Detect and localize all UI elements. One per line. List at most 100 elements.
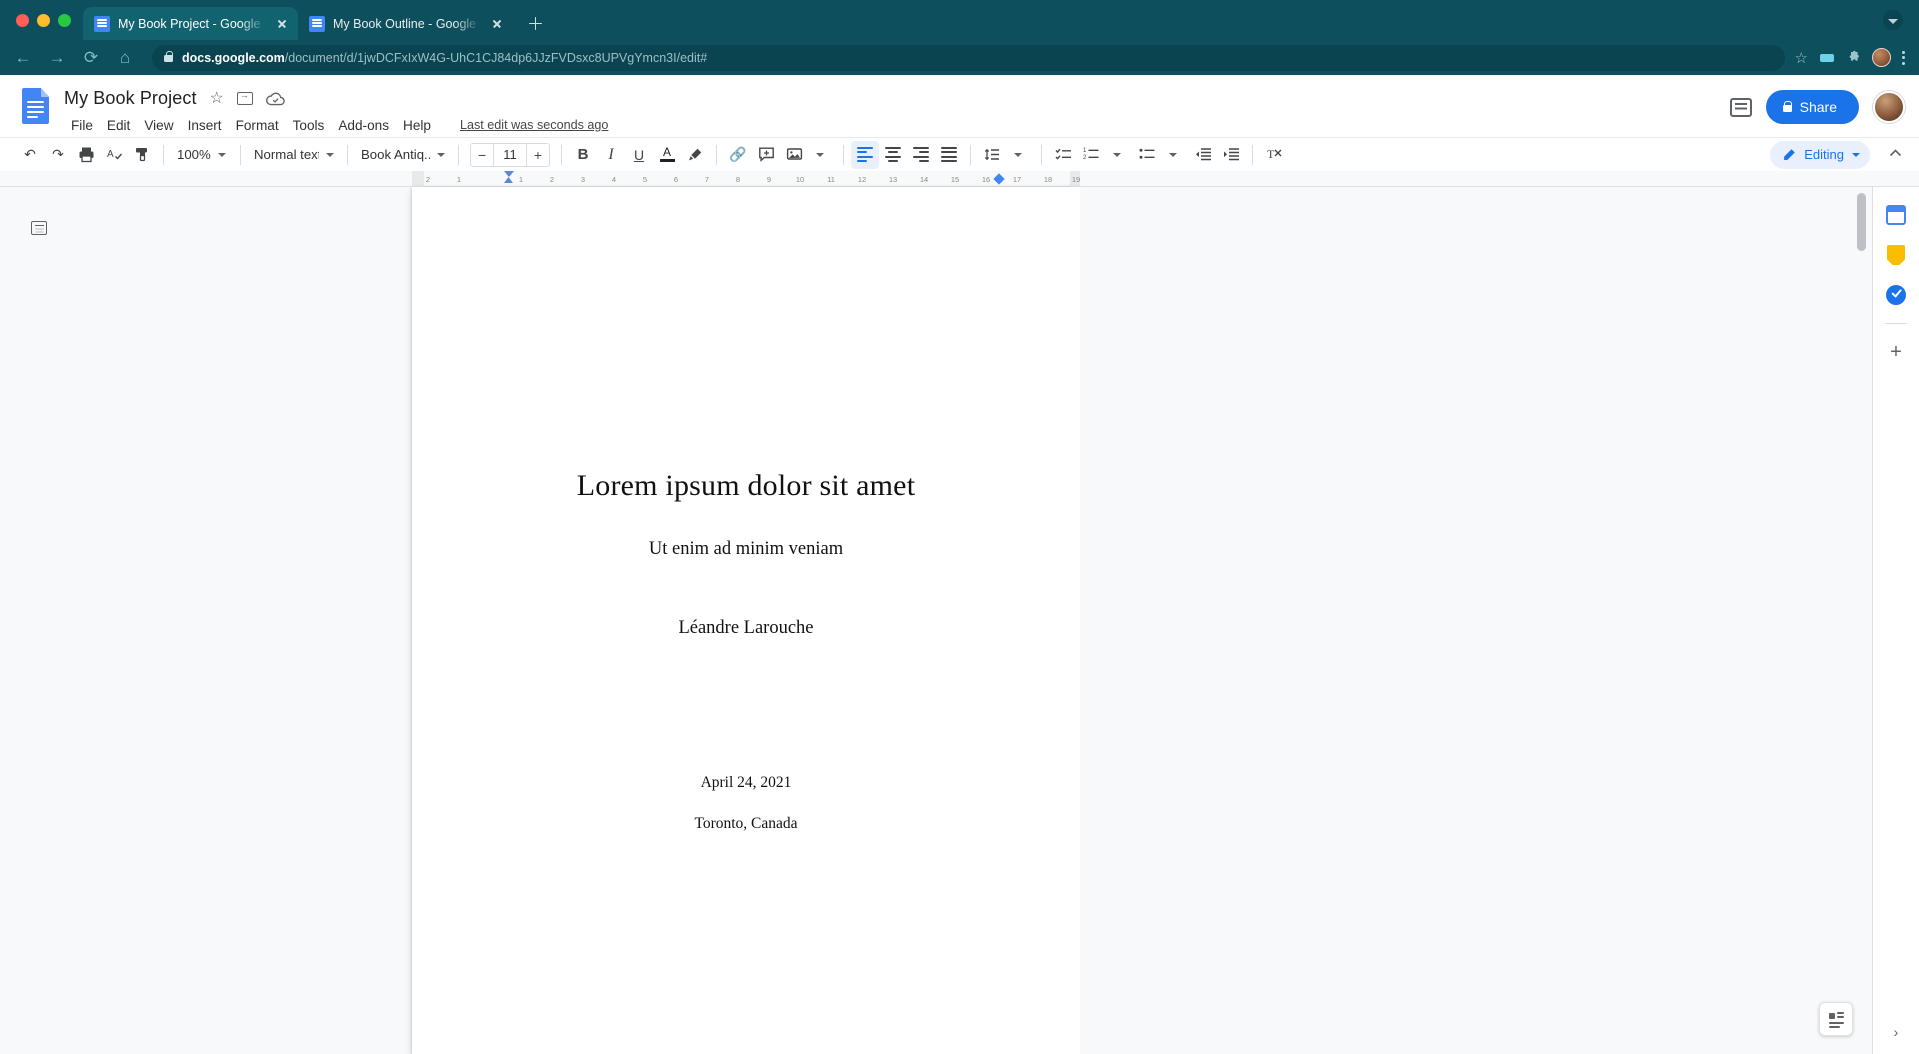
formatting-toolbar: ↶ ↷ A 100% Normal text Bo [0, 137, 1919, 171]
document-heading[interactable]: Lorem ipsum dolor sit amet [496, 469, 996, 503]
explore-icon [1829, 1012, 1844, 1027]
ruler-mark: 12 [858, 175, 866, 184]
paragraph-style-selector[interactable]: Normal text [248, 142, 340, 168]
insert-link-icon[interactable]: 🔗 [724, 141, 752, 169]
checklist-icon[interactable] [1049, 141, 1077, 169]
menu-view[interactable]: View [137, 116, 180, 135]
decrease-indent-icon[interactable] [1189, 141, 1217, 169]
minimize-window-button[interactable] [37, 14, 50, 27]
editing-mode-button[interactable]: Editing [1770, 141, 1870, 169]
last-edit-status[interactable]: Last edit was seconds ago [460, 118, 608, 132]
document-title[interactable]: My Book Project [64, 88, 197, 109]
account-avatar[interactable] [1873, 91, 1905, 123]
google-calendar-icon[interactable] [1884, 203, 1908, 227]
document-date[interactable]: April 24, 2021 [496, 774, 996, 792]
align-justify-button[interactable] [935, 141, 963, 169]
move-to-folder-icon[interactable] [237, 92, 253, 105]
increase-indent-icon[interactable] [1217, 141, 1245, 169]
hide-menus-chevron-icon[interactable] [1882, 146, 1909, 164]
line-spacing-icon[interactable] [978, 141, 1006, 169]
align-right-button[interactable] [907, 141, 935, 169]
font-size-value[interactable]: 11 [493, 144, 527, 166]
show-document-outline-button[interactable] [28, 217, 50, 239]
clear-formatting-icon[interactable]: T [1260, 141, 1288, 169]
left-indent-marker[interactable] [504, 177, 513, 183]
get-add-ons-button[interactable]: + [1884, 340, 1908, 364]
bookmark-star-icon[interactable]: ☆ [1795, 49, 1808, 67]
star-icon[interactable]: ☆ [210, 91, 224, 107]
browser-tab-2[interactable]: My Book Outline - Google Docs [298, 7, 513, 40]
underline-button[interactable]: U [625, 141, 653, 169]
new-tab-button[interactable] [521, 9, 549, 37]
first-line-indent-marker[interactable] [504, 171, 514, 177]
maximize-window-button[interactable] [58, 14, 71, 27]
close-tab-icon[interactable] [274, 16, 290, 32]
forward-button[interactable]: → [42, 43, 72, 73]
numbered-list-chevron-icon[interactable] [1105, 141, 1133, 169]
undo-icon[interactable]: ↶ [16, 141, 44, 169]
ruler-scale[interactable]: 2 1 1 2 3 4 5 6 7 8 9 10 11 12 13 14 15 … [412, 171, 1080, 187]
paint-format-icon[interactable] [128, 141, 156, 169]
menu-help[interactable]: Help [396, 116, 438, 135]
home-button[interactable]: ⌂ [110, 43, 140, 73]
right-indent-marker[interactable] [993, 173, 1004, 184]
hide-side-panel-button[interactable]: › [1894, 1024, 1899, 1040]
document-subheading[interactable]: Ut enim ad minim veniam [496, 539, 996, 560]
bulleted-list-icon[interactable] [1133, 141, 1161, 169]
bulleted-list-chevron-icon[interactable] [1161, 141, 1189, 169]
browser-tab-1[interactable]: My Book Project - Google Docs [83, 7, 298, 40]
google-tasks-icon[interactable] [1884, 283, 1908, 307]
image-options-chevron-icon[interactable] [808, 141, 836, 169]
align-left-button[interactable] [851, 141, 879, 169]
chevron-down-icon [326, 153, 334, 157]
menu-edit[interactable]: Edit [100, 116, 137, 135]
ruler-mark: 10 [796, 175, 804, 184]
menu-add-ons[interactable]: Add-ons [331, 116, 396, 135]
google-keep-icon[interactable] [1884, 243, 1908, 267]
increase-font-size-button[interactable]: + [527, 144, 549, 166]
document-place[interactable]: Toronto, Canada [496, 815, 996, 833]
insert-image-icon[interactable] [780, 141, 808, 169]
font-selector[interactable]: Book Antiq... [355, 142, 451, 168]
chevron-down-icon[interactable] [1883, 10, 1903, 30]
highlight-color-icon[interactable] [681, 141, 709, 169]
chevron-down-icon [1852, 153, 1860, 157]
puzzle-icon[interactable] [1846, 50, 1861, 65]
show-comment-history-icon[interactable] [1730, 98, 1752, 117]
extension-icon[interactable] [1819, 50, 1835, 66]
menu-insert[interactable]: Insert [181, 116, 229, 135]
text-color-icon[interactable]: A [653, 141, 681, 169]
back-button[interactable]: ← [8, 43, 38, 73]
line-spacing-chevron-icon[interactable] [1006, 141, 1034, 169]
explore-button[interactable] [1819, 1002, 1853, 1036]
toolbar-divider [458, 145, 459, 165]
toolbar-divider [843, 145, 844, 165]
url-input[interactable]: docs.google.com/document/d/1jwDCFxIxW4G-… [152, 45, 1785, 71]
cloud-saved-icon[interactable] [266, 92, 285, 106]
zoom-selector[interactable]: 100% [171, 142, 233, 168]
menu-tools[interactable]: Tools [286, 116, 332, 135]
menu-file[interactable]: File [64, 116, 100, 135]
document-author[interactable]: Léandre Larouche [496, 618, 996, 639]
close-window-button[interactable] [16, 14, 29, 27]
bold-button[interactable]: B [569, 141, 597, 169]
redo-icon[interactable]: ↷ [44, 141, 72, 169]
spelling-check-icon[interactable]: A [100, 141, 128, 169]
print-icon[interactable] [72, 141, 100, 169]
share-button[interactable]: Share [1766, 90, 1859, 124]
numbered-list-icon[interactable]: 12 [1077, 141, 1105, 169]
align-center-button[interactable] [879, 141, 907, 169]
vertical-scrollbar[interactable] [1857, 193, 1866, 251]
document-page[interactable]: Lorem ipsum dolor sit amet Ut enim ad mi… [412, 187, 1080, 1054]
toolbar-divider [1041, 145, 1042, 165]
close-tab-icon[interactable] [489, 16, 505, 32]
browser-menu-icon[interactable] [1902, 51, 1905, 65]
add-comment-icon[interactable] [752, 141, 780, 169]
profile-avatar[interactable] [1872, 48, 1891, 67]
decrease-font-size-button[interactable]: − [471, 144, 493, 166]
ruler-mark: 1 [519, 175, 523, 184]
italic-button[interactable]: I [597, 141, 625, 169]
google-docs-logo-icon[interactable] [18, 86, 54, 132]
menu-format[interactable]: Format [229, 116, 286, 135]
reload-button[interactable]: ⟳ [76, 43, 106, 73]
